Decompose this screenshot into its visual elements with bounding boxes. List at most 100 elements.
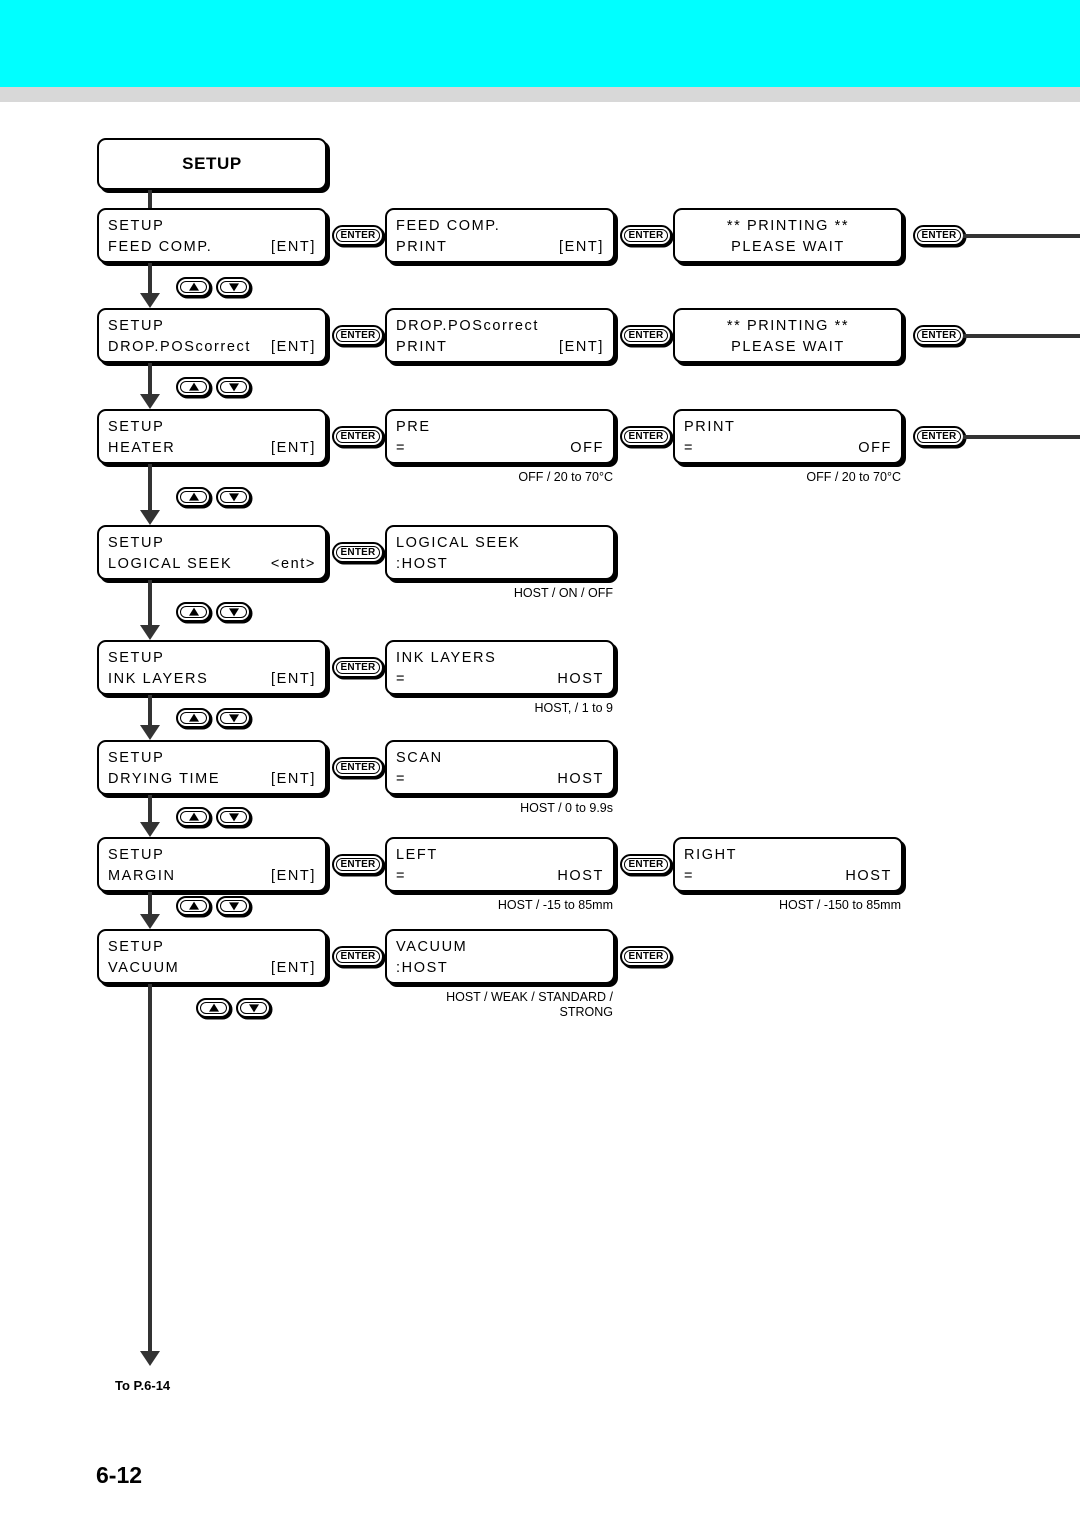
menu-screen-2-line-1: SETUP (108, 417, 316, 437)
sub-screen-5-1-line-1-text: SCAN (396, 750, 443, 766)
menu-screen-2: SETUP HEATER [ENT] (97, 409, 327, 464)
sub-screen-2-2-line-2-left: = (684, 440, 695, 456)
return-line-1 (963, 334, 1080, 338)
triangle-down-icon (228, 283, 239, 292)
enter-button-1-2[interactable]: ENTER (620, 325, 672, 346)
enter-button-6-2[interactable]: ENTER (620, 854, 672, 875)
enter-button-7-1[interactable]: ENTER (332, 946, 384, 967)
sub-screen-6-1-range-caption: HOST / -15 to 85mm (497, 898, 613, 912)
scroll-up-button[interactable] (176, 487, 211, 507)
enter-label: ENTER (340, 430, 376, 442)
triangle-up-icon (188, 713, 199, 722)
scroll-down-button[interactable] (236, 998, 271, 1018)
spine-arrow-6 (140, 914, 160, 929)
menu-screen-6-line-1-text: SETUP (108, 847, 165, 863)
menu-screen-4-line-2-left: INK LAYERS (108, 671, 209, 687)
menu-screen-7-line-2-left: VACUUM (108, 960, 180, 976)
spine-title-to-row-0 (148, 190, 152, 208)
scroll-down-button[interactable] (216, 807, 251, 827)
spine-arrow-final (140, 1351, 160, 1366)
sub-screen-4-1-line-1: INK LAYERS (396, 648, 604, 668)
sub-screen-4-1-line-2-left: = (396, 671, 407, 687)
scroll-down-button[interactable] (216, 487, 251, 507)
enter-label: ENTER (340, 229, 376, 241)
enter-button-2-3[interactable]: ENTER (913, 426, 965, 447)
menu-screen-3-line-1-text: SETUP (108, 535, 165, 551)
sub-screen-4-1-line-1-text: INK LAYERS (396, 650, 497, 666)
menu-screen-6-line-1: SETUP (108, 845, 316, 865)
enter-label: ENTER (340, 858, 376, 870)
sub-screen-3-1-line-1: LOGICAL SEEK (396, 533, 604, 553)
scroll-down-button[interactable] (216, 277, 251, 297)
sub-screen-0-2: ** PRINTING ** PLEASE WAIT (673, 208, 903, 263)
menu-screen-5-line-2-right: [ENT] (270, 771, 316, 787)
scroll-up-button[interactable] (176, 708, 211, 728)
scroll-up-button[interactable] (176, 807, 211, 827)
sub-screen-6-2-line-2-left: = (684, 868, 695, 884)
menu-screen-0-line-2-right: [ENT] (270, 239, 316, 255)
enter-button-7-2[interactable]: ENTER (620, 946, 672, 967)
spine-row-6-to-7 (148, 892, 152, 915)
enter-button-4-1[interactable]: ENTER (332, 657, 384, 678)
scroll-up-button[interactable] (196, 998, 231, 1018)
sub-screen-2-2-line-1-text: PRINT (684, 419, 736, 435)
menu-screen-2-line-2-left: HEATER (108, 440, 176, 456)
menu-screen-3-line-2: LOGICAL SEEK <ent> (108, 554, 316, 574)
sub-screen-1-2-line-1-text: ** PRINTING ** (726, 318, 850, 334)
spine-row-5-to-6 (148, 795, 152, 823)
sub-screen-6-1-line-2-right: HOST (557, 868, 604, 884)
enter-button-0-2[interactable]: ENTER (620, 225, 672, 246)
sub-screen-6-2-line-2: = HOST (684, 866, 892, 886)
sub-screen-6-1-line-1-text: LEFT (396, 847, 438, 863)
enter-button-0-1[interactable]: ENTER (332, 225, 384, 246)
menu-screen-1-line-1-text: SETUP (108, 318, 165, 334)
scroll-up-button[interactable] (176, 896, 211, 916)
sub-screen-2-1-line-2-left: = (396, 440, 407, 456)
enter-button-0-3[interactable]: ENTER (913, 225, 965, 246)
menu-screen-7-line-2-right: [ENT] (270, 960, 316, 976)
scroll-down-button[interactable] (216, 708, 251, 728)
menu-screen-4-line-2-right: [ENT] (270, 671, 316, 687)
spine-arrow-5 (140, 822, 160, 837)
sub-screen-2-2-line-1: PRINT (684, 417, 892, 437)
enter-button-1-3[interactable]: ENTER (913, 325, 965, 346)
scroll-up-button[interactable] (176, 602, 211, 622)
enter-label: ENTER (628, 329, 664, 341)
triangle-up-icon (188, 607, 199, 616)
menu-screen-3-line-2-right: <ent> (270, 556, 316, 572)
sub-screen-1-1-line-2-right: [ENT] (558, 339, 604, 355)
enter-button-1-1[interactable]: ENTER (332, 325, 384, 346)
sub-screen-5-1-line-2-right: HOST (557, 771, 604, 787)
sub-screen-0-1: FEED COMP. PRINT [ENT] (385, 208, 615, 263)
menu-screen-0-line-1-text: SETUP (108, 218, 165, 234)
sub-screen-6-1: LEFT = HOST (385, 837, 615, 892)
enter-label: ENTER (921, 329, 957, 341)
sub-screen-6-2-line-1-text: RIGHT (684, 847, 738, 863)
enter-button-6-1[interactable]: ENTER (332, 854, 384, 875)
enter-button-5-1[interactable]: ENTER (332, 757, 384, 778)
scroll-down-button[interactable] (216, 896, 251, 916)
sub-screen-2-1-line-2: = OFF (396, 438, 604, 458)
sub-screen-2-1-line-2-right: OFF (570, 440, 604, 456)
return-line-2 (963, 435, 1080, 439)
scroll-down-button[interactable] (216, 602, 251, 622)
menu-screen-0-line-1: SETUP (108, 216, 316, 236)
menu-screen-3: SETUP LOGICAL SEEK <ent> (97, 525, 327, 580)
sub-screen-0-2-line-2: PLEASE WAIT (684, 237, 892, 257)
spine-row-2-to-3 (148, 464, 152, 511)
page-number: 6-12 (96, 1462, 143, 1488)
menu-screen-3-line-2-left: LOGICAL SEEK (108, 556, 233, 572)
enter-button-3-1[interactable]: ENTER (332, 542, 384, 563)
sub-screen-3-1: LOGICAL SEEK:HOST (385, 525, 615, 580)
enter-button-2-2[interactable]: ENTER (620, 426, 672, 447)
menu-screen-5-line-1-text: SETUP (108, 750, 165, 766)
sub-screen-6-2-line-1: RIGHT (684, 845, 892, 865)
sub-screen-3-1-line-1-text: LOGICAL SEEK (396, 535, 521, 551)
spine-arrow-2 (140, 510, 160, 525)
sub-screen-1-1-line-1: DROP.POScorrect (396, 316, 604, 336)
scroll-up-button[interactable] (176, 377, 211, 397)
scroll-down-button[interactable] (216, 377, 251, 397)
sub-screen-6-2-range-caption: HOST / -150 to 85mm (778, 898, 901, 912)
scroll-up-button[interactable] (176, 277, 211, 297)
enter-button-2-1[interactable]: ENTER (332, 426, 384, 447)
